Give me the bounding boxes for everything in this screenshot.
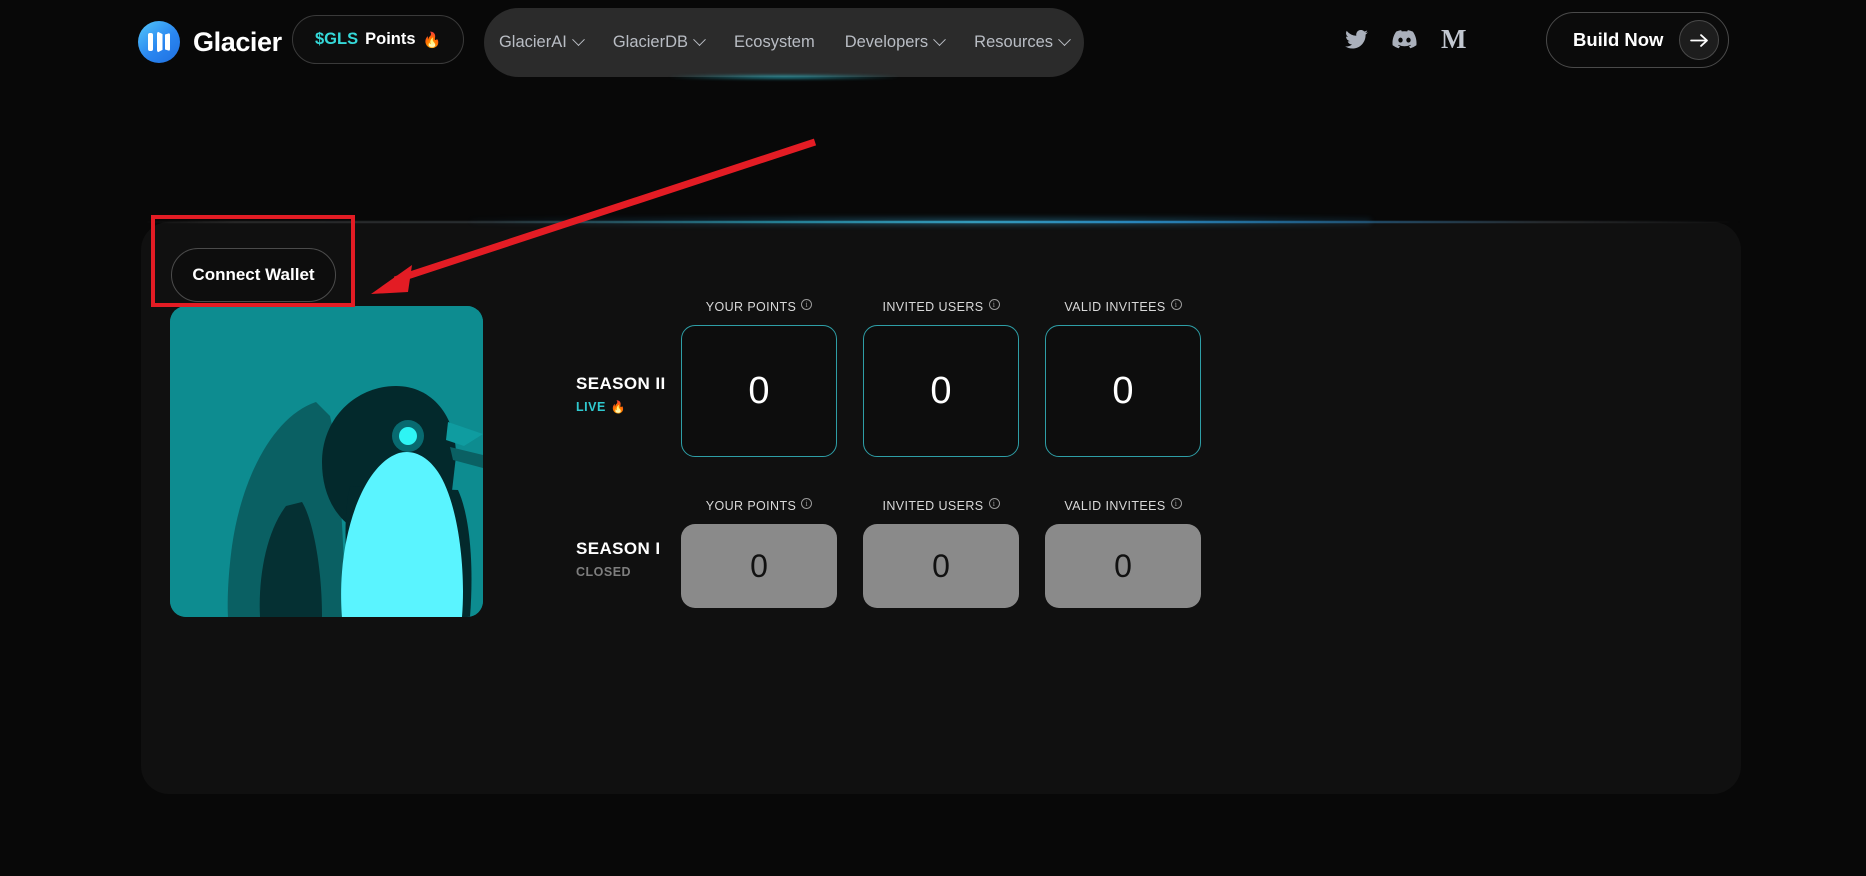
- primary-nav: GlacierAI GlacierDB Ecosystem Developers…: [484, 8, 1084, 77]
- nav-label: GlacierDB: [612, 33, 689, 51]
- nav-item-ecosystem[interactable]: Ecosystem: [734, 33, 815, 52]
- points-label: Points: [365, 30, 416, 48]
- stat-your-points-s1: YOUR POINTS i 0: [681, 498, 837, 608]
- twitter-icon[interactable]: [1345, 30, 1368, 49]
- stat-value: 0: [748, 369, 770, 412]
- season-title: SEASON I: [576, 539, 661, 558]
- stat-value: 0: [750, 547, 768, 584]
- season-status-text: CLOSED: [576, 565, 632, 579]
- season-status: LIVE 🔥: [576, 400, 666, 414]
- discord-icon[interactable]: [1392, 30, 1417, 49]
- points-stats: SEASON II LIVE 🔥 YOUR POINTS i 0 INVITED…: [556, 299, 1676, 629]
- stat-label: YOUR POINTS: [705, 300, 797, 314]
- gls-token-label: $GLS: [315, 30, 359, 48]
- stat-header: VALID INVITEES i: [1045, 299, 1201, 316]
- nav-item-glacierai[interactable]: GlacierAI: [498, 33, 585, 52]
- chevron-down-icon: [693, 33, 706, 47]
- info-icon[interactable]: i: [1170, 299, 1182, 310]
- glacier-logo-icon: [138, 21, 180, 63]
- stat-header: YOUR POINTS i: [681, 299, 837, 316]
- chevron-down-icon: [571, 33, 585, 47]
- penguin-illustration: [170, 306, 483, 617]
- stat-valid-invitees-s1: VALID INVITEES i 0: [1045, 498, 1201, 608]
- nav-label: Developers: [844, 33, 929, 51]
- nav-label: Ecosystem: [734, 33, 815, 51]
- stat-card: 0: [1045, 524, 1201, 608]
- season-row-2: SEASON II LIVE 🔥 YOUR POINTS i 0 INVITED…: [556, 299, 1676, 485]
- stat-header: VALID INVITEES i: [1045, 498, 1201, 515]
- brand-name: Glacier: [193, 26, 282, 57]
- stat-value: 0: [932, 547, 950, 584]
- flame-icon: 🔥: [610, 400, 627, 414]
- info-icon[interactable]: i: [988, 299, 1000, 310]
- stat-value: 0: [1112, 369, 1134, 412]
- build-now-button[interactable]: Build Now: [1546, 12, 1730, 68]
- nav-label: Resources: [974, 33, 1054, 51]
- stat-header: INVITED USERS i: [863, 498, 1019, 515]
- stat-header: YOUR POINTS i: [681, 498, 837, 515]
- dashboard-panel: Connect Wallet SEASON II LIVE 🔥 YOUR POI…: [141, 222, 1741, 794]
- stat-label: VALID INVITEES: [1064, 499, 1166, 513]
- season-label-2: SEASON II LIVE 🔥: [576, 374, 666, 414]
- arrow-right-icon: [1679, 20, 1720, 60]
- info-icon[interactable]: i: [988, 498, 1000, 509]
- chevron-down-icon: [1058, 33, 1071, 47]
- stat-card: 0: [681, 325, 837, 457]
- medium-icon[interactable]: M: [1441, 26, 1466, 53]
- stat-invited-users-s1: INVITED USERS i 0: [863, 498, 1019, 608]
- stat-label: YOUR POINTS: [705, 499, 797, 513]
- season-title: SEASON II: [576, 374, 666, 393]
- nav-item-developers[interactable]: Developers: [844, 33, 947, 52]
- season-row-1: SEASON I CLOSED YOUR POINTS i 0 INVITED …: [556, 498, 1676, 629]
- stat-value: 0: [930, 369, 952, 412]
- chevron-down-icon: [933, 33, 947, 47]
- season-status: CLOSED: [576, 565, 660, 579]
- stat-card: 0: [863, 325, 1019, 457]
- season-1-cards: YOUR POINTS i 0 INVITED USERS i 0 VALID …: [681, 498, 1201, 608]
- stat-label: VALID INVITEES: [1064, 300, 1166, 314]
- season-2-cards: YOUR POINTS i 0 INVITED USERS i 0 VALID …: [681, 299, 1201, 457]
- page-root: Glacier $GLS Points 🔥 GlacierAI GlacierD…: [0, 0, 1866, 876]
- connect-wallet-label: Connect Wallet: [192, 265, 315, 284]
- nav-item-resources[interactable]: Resources: [974, 33, 1071, 52]
- connect-wallet-button[interactable]: Connect Wallet: [171, 248, 336, 302]
- brand[interactable]: Glacier: [138, 21, 282, 63]
- stat-card: 0: [1045, 325, 1201, 457]
- info-icon[interactable]: i: [1170, 498, 1182, 509]
- info-icon[interactable]: i: [801, 498, 813, 509]
- stat-valid-invitees-s2: VALID INVITEES i 0: [1045, 299, 1201, 457]
- stat-value: 0: [1114, 547, 1132, 584]
- stat-label: INVITED USERS: [882, 499, 984, 513]
- build-now-label: Build Now: [1573, 29, 1664, 50]
- season-status-text: LIVE: [576, 400, 606, 414]
- nav-label: GlacierAI: [498, 33, 567, 51]
- season-label-1: SEASON I CLOSED: [576, 539, 660, 579]
- info-icon[interactable]: i: [801, 299, 813, 310]
- stat-card: 0: [863, 524, 1019, 608]
- flame-icon: 🔥: [422, 31, 442, 49]
- stat-label: INVITED USERS: [882, 300, 984, 314]
- stat-header: INVITED USERS i: [863, 299, 1019, 316]
- stat-invited-users-s2: INVITED USERS i 0: [863, 299, 1019, 457]
- social-links: M: [1345, 26, 1466, 53]
- stat-card: 0: [681, 524, 837, 608]
- nav-item-glacierdb[interactable]: GlacierDB: [612, 33, 706, 52]
- gls-points-button[interactable]: $GLS Points 🔥: [292, 15, 465, 64]
- stat-your-points-s2: YOUR POINTS i 0: [681, 299, 837, 457]
- site-header: Glacier $GLS Points 🔥 GlacierAI GlacierD…: [0, 0, 1866, 86]
